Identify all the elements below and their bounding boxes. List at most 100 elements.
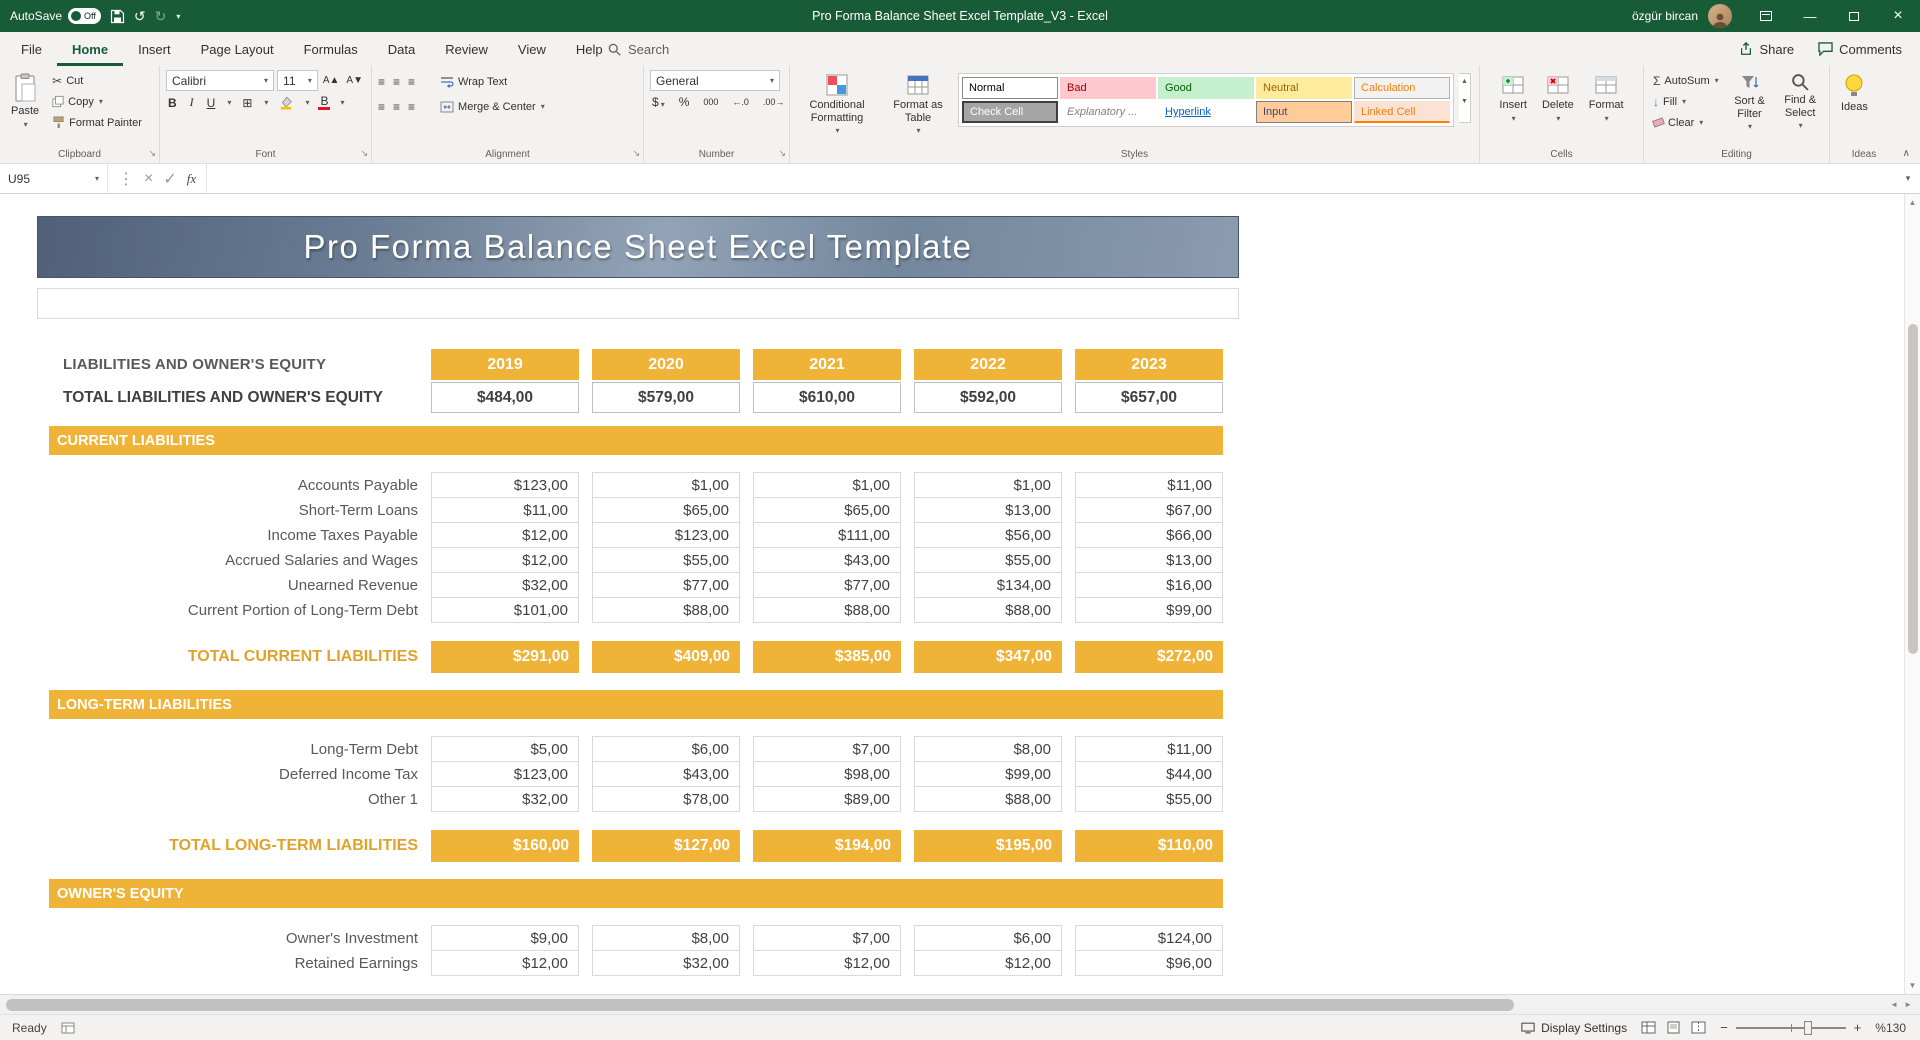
zoom-out-button[interactable]: − (1720, 1020, 1728, 1035)
value-cell[interactable]: $12,00 (431, 950, 579, 976)
value-cell[interactable]: $77,00 (592, 572, 740, 598)
align-bottom-button[interactable]: ≡ (408, 75, 415, 89)
font-family-select[interactable]: Calibri ▾ (166, 70, 275, 91)
value-cell[interactable]: $55,00 (592, 547, 740, 573)
section-header[interactable]: OWNER'S EQUITY (49, 879, 1223, 908)
value-cell[interactable]: $55,00 (914, 547, 1062, 573)
value-cell[interactable]: $11,00 (1075, 736, 1223, 762)
row-label[interactable]: Current Portion of Long-Term Debt (37, 597, 418, 623)
value-cell[interactable]: $99,00 (1075, 597, 1223, 623)
expand-formula-bar-button[interactable]: ▾ (1896, 173, 1920, 184)
user-name[interactable]: özgür bircan (1632, 9, 1698, 23)
clipboard-dialog-launcher[interactable]: ↘ (148, 148, 156, 159)
font-size-select[interactable]: 11 ▾ (277, 70, 318, 91)
section-total-cell[interactable]: $110,00 (1075, 830, 1223, 862)
share-button[interactable]: Share (1739, 42, 1794, 57)
section-header[interactable]: CURRENT LIABILITIES (49, 426, 1223, 455)
value-cell[interactable]: $67,00 (1075, 497, 1223, 523)
tab-review[interactable]: Review (430, 32, 503, 66)
accounting-format-button[interactable]: $ ▾ (650, 95, 667, 109)
row-label[interactable]: Other 1 (37, 786, 418, 812)
cell-style-check[interactable]: Check Cell (962, 101, 1058, 123)
cell-style-hyperlink[interactable]: Hyperlink (1158, 101, 1254, 123)
italic-button[interactable]: I (188, 95, 196, 110)
normal-view-button[interactable] (1641, 1021, 1656, 1034)
cell-style-normal[interactable]: Normal (962, 77, 1058, 99)
formula-input[interactable] (207, 164, 1896, 193)
value-cell[interactable]: $12,00 (431, 547, 579, 573)
section-total-cell[interactable]: $127,00 (592, 830, 740, 862)
format-painter-button[interactable]: Format Painter (49, 112, 145, 133)
tab-view[interactable]: View (503, 32, 561, 66)
ribbon-display-options-button[interactable] (1744, 0, 1788, 32)
value-cell[interactable]: $32,00 (592, 950, 740, 976)
value-cell[interactable]: $78,00 (592, 786, 740, 812)
value-cell[interactable]: $89,00 (753, 786, 901, 812)
tab-home[interactable]: Home (57, 32, 123, 66)
zoom-slider-knob[interactable] (1803, 1020, 1812, 1035)
cell-style-input[interactable]: Input (1256, 101, 1352, 123)
cell-style-linked[interactable]: Linked Cell (1354, 101, 1450, 123)
tab-data[interactable]: Data (373, 32, 430, 66)
value-cell[interactable]: $1,00 (753, 472, 901, 498)
number-format-select[interactable]: General ▾ (650, 70, 780, 91)
value-cell[interactable]: $12,00 (914, 950, 1062, 976)
tab-page-layout[interactable]: Page Layout (186, 32, 289, 66)
section-header[interactable]: LONG-TERM LIABILITIES (49, 690, 1223, 719)
year-header[interactable]: 2021 (753, 349, 901, 380)
borders-button[interactable]: ⊞ (240, 96, 254, 110)
name-box[interactable]: U95 ▾ (0, 164, 108, 193)
delete-cells-button[interactable]: Delete ▾ (1537, 70, 1579, 126)
align-right-button[interactable]: ≡ (408, 100, 415, 114)
value-cell[interactable]: $77,00 (753, 572, 901, 598)
align-center-button[interactable]: ≡ (393, 100, 400, 114)
display-settings-button[interactable]: Display Settings (1521, 1021, 1627, 1035)
value-cell[interactable]: $6,00 (592, 736, 740, 762)
row-label[interactable]: Owner's Investment (37, 925, 418, 951)
row-label[interactable]: Retained Earnings (37, 950, 418, 976)
value-cell[interactable]: $124,00 (1075, 925, 1223, 951)
value-cell[interactable]: $88,00 (914, 786, 1062, 812)
align-left-button[interactable]: ≡ (378, 100, 385, 114)
value-cell[interactable]: $11,00 (431, 497, 579, 523)
page-break-view-button[interactable] (1691, 1021, 1706, 1034)
gallery-up-button[interactable]: ▲ (1461, 78, 1468, 85)
value-cell[interactable]: $8,00 (914, 736, 1062, 762)
row-label[interactable]: Long-Term Debt (37, 736, 418, 762)
fill-color-dropdown[interactable]: ▾ (305, 98, 309, 107)
section-total-cell[interactable]: $385,00 (753, 641, 901, 673)
increase-font-button[interactable]: A▲ (321, 75, 342, 86)
merge-center-button[interactable]: Merge & Center ▾ (437, 96, 548, 117)
scroll-down-arrow[interactable]: ▼ (1909, 977, 1917, 994)
cell-style-calculation[interactable]: Calculation (1354, 77, 1450, 99)
value-cell[interactable]: $1,00 (914, 472, 1062, 498)
value-cell[interactable]: $5,00 (431, 736, 579, 762)
value-cell[interactable]: $134,00 (914, 572, 1062, 598)
underline-button[interactable]: U (205, 96, 218, 110)
value-cell[interactable]: $88,00 (914, 597, 1062, 623)
comments-button[interactable]: Comments (1818, 42, 1902, 57)
undo-button[interactable]: ↺ (134, 9, 146, 23)
section-total-cell[interactable]: $409,00 (592, 641, 740, 673)
conditional-formatting-button[interactable]: Conditional Formatting ▾ (796, 70, 878, 138)
close-button[interactable]: × (1876, 0, 1920, 32)
cell-style-neutral[interactable]: Neutral (1256, 77, 1352, 99)
fill-button[interactable]: ↓ Fill ▾ (1650, 91, 1722, 112)
underline-dropdown[interactable]: ▾ (227, 98, 231, 107)
paste-dropdown[interactable]: ▾ (24, 120, 28, 129)
qat-customize-chevron[interactable]: ▾ (176, 12, 180, 21)
section-total-cell[interactable]: $195,00 (914, 830, 1062, 862)
save-icon[interactable] (110, 9, 125, 24)
value-cell[interactable]: $56,00 (914, 522, 1062, 548)
page-layout-view-button[interactable] (1666, 1021, 1681, 1034)
find-select-button[interactable]: Find & Select ▾ (1777, 70, 1823, 133)
autosum-button[interactable]: Σ AutoSum ▾ (1650, 70, 1722, 91)
tab-insert[interactable]: Insert (123, 32, 186, 66)
user-avatar[interactable] (1708, 4, 1732, 28)
vertical-scrollbar[interactable]: ▲ ▼ (1904, 194, 1920, 994)
number-dialog-launcher[interactable]: ↘ (778, 148, 786, 159)
accessibility-status-icon[interactable] (61, 1022, 75, 1034)
zoom-level[interactable]: %130 (1875, 1021, 1906, 1035)
value-cell[interactable]: $44,00 (1075, 761, 1223, 787)
redo-button[interactable]: ↻ (155, 9, 167, 23)
